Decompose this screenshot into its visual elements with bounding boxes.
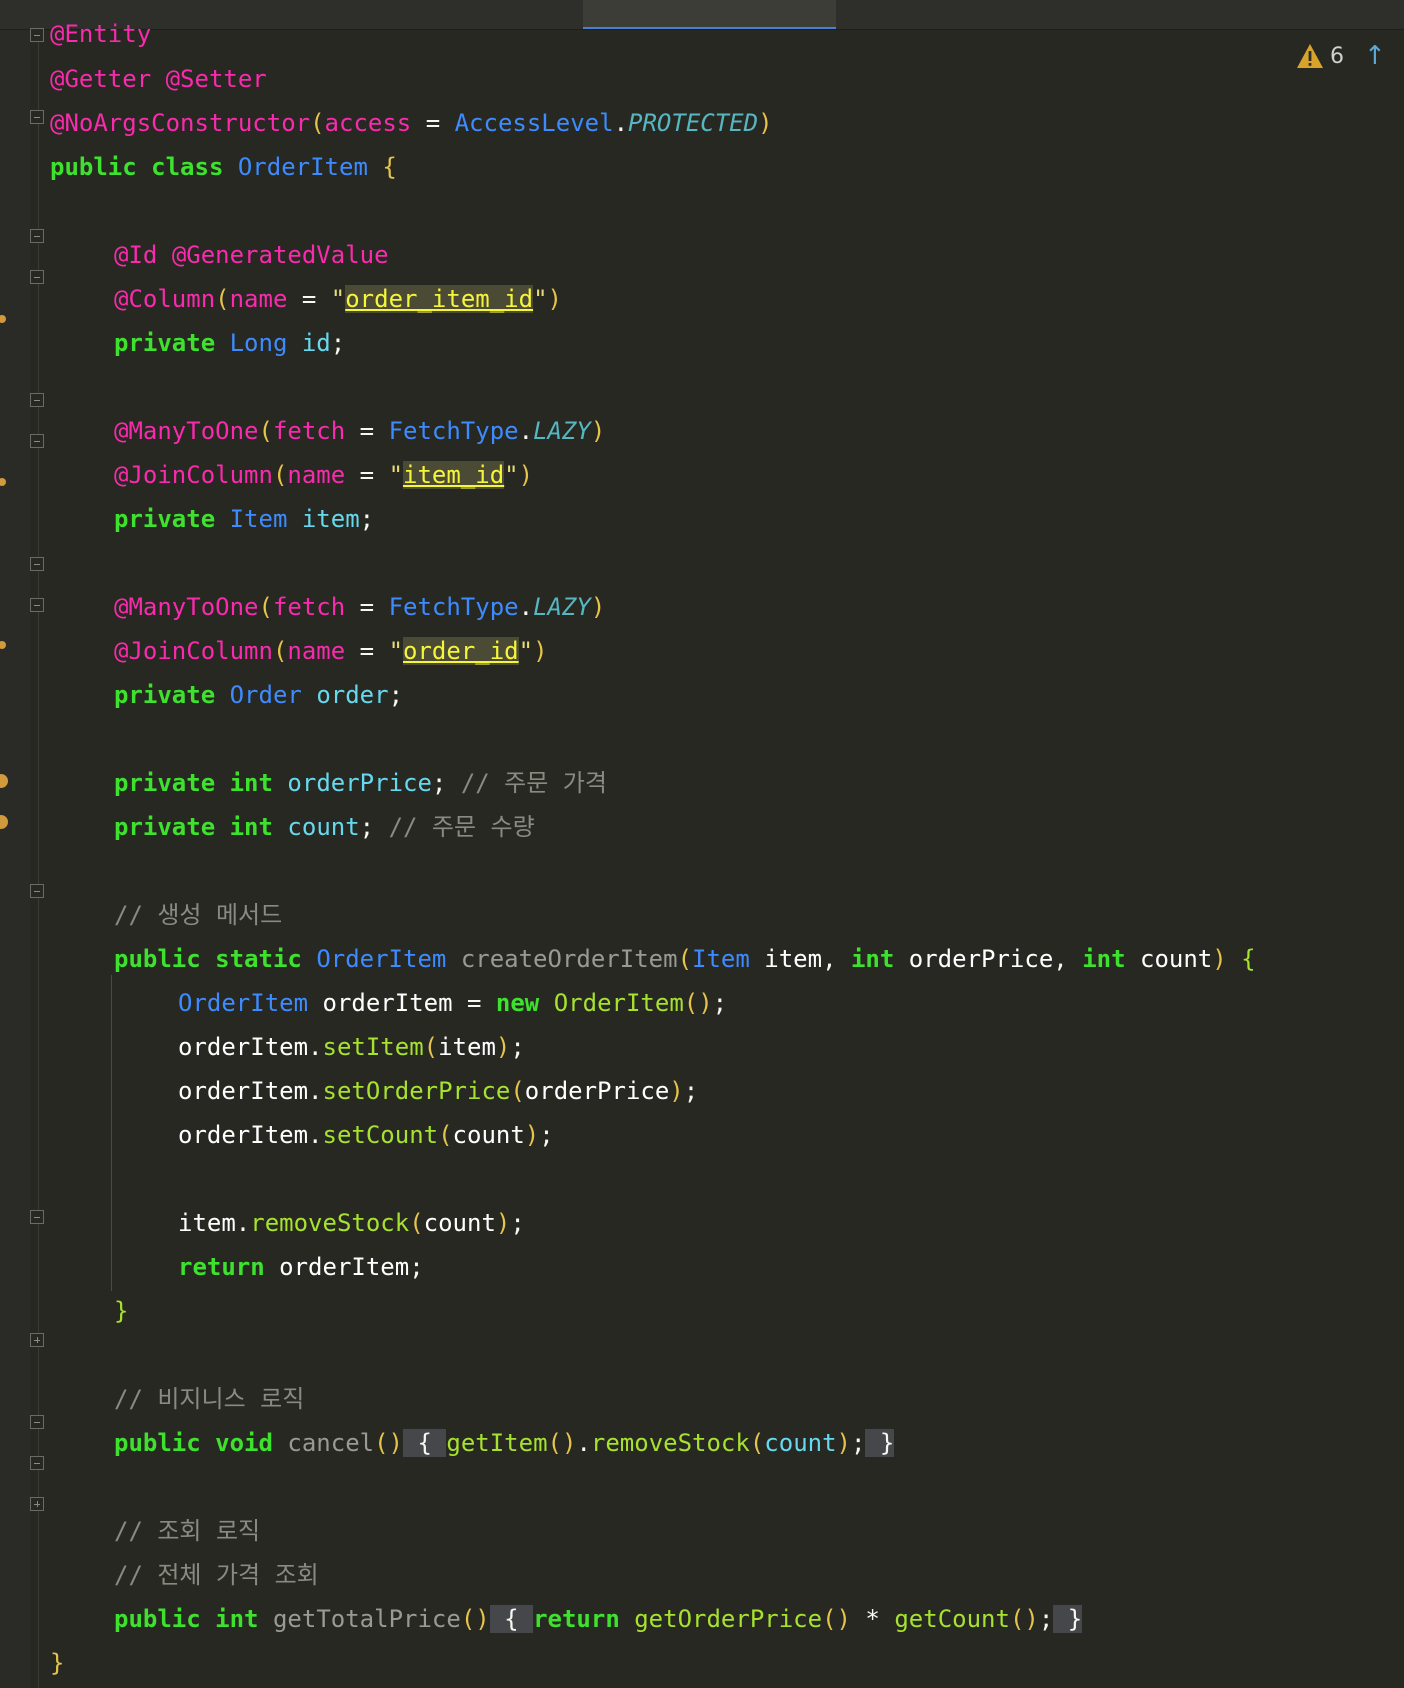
code-line[interactable]: item.removeStock(count); (178, 1201, 525, 1245)
code-line[interactable]: orderItem.setItem(item); (178, 1025, 525, 1069)
db-column-icon[interactable] (0, 315, 6, 323)
code-line[interactable]: @JoinColumn(name = "order_id") (114, 629, 548, 673)
fold-marker-icon[interactable] (30, 1210, 44, 1224)
code-line[interactable]: } (114, 1289, 128, 1333)
code-line[interactable]: @JoinColumn(name = "item_id") (114, 453, 533, 497)
fold-marker-icon[interactable] (30, 884, 44, 898)
field-icon[interactable] (0, 774, 8, 788)
code-line[interactable]: OrderItem orderItem = new OrderItem(); (178, 981, 727, 1025)
fold-marker-icon[interactable] (30, 557, 44, 571)
code-line[interactable]: // 전체 가격 조회 (114, 1553, 319, 1597)
code-line[interactable]: private int orderPrice; // 주문 가격 (114, 761, 607, 805)
code-line[interactable]: public static OrderItem createOrderItem(… (114, 937, 1256, 981)
fold-marker-icon[interactable] (30, 598, 44, 612)
field-icon[interactable] (0, 815, 8, 829)
fold-marker-icon[interactable] (30, 28, 44, 42)
fold-expand-icon[interactable] (30, 1333, 44, 1347)
fold-marker-icon[interactable] (30, 229, 44, 243)
fold-marker-icon[interactable] (30, 110, 44, 124)
code-line[interactable]: @NoArgsConstructor(access = AccessLevel.… (50, 101, 773, 145)
code-line[interactable]: private Long id; (114, 321, 345, 365)
indent-guide (111, 975, 112, 1291)
fold-marker-icon[interactable] (30, 1415, 44, 1429)
code-line[interactable]: private int count; // 주문 수량 (114, 805, 535, 849)
code-line[interactable]: @Entity (50, 12, 151, 56)
code-line[interactable]: @ManyToOne(fetch = FetchType.LAZY) (114, 585, 605, 629)
relation-icon[interactable] (0, 478, 6, 486)
fold-marker-icon[interactable] (30, 393, 44, 407)
code-line[interactable]: orderItem.setCount(count); (178, 1113, 554, 1157)
relation-icon[interactable] (0, 641, 6, 649)
code-line[interactable]: orderItem.setOrderPrice(orderPrice); (178, 1069, 698, 1113)
code-line[interactable]: // 생성 메서드 (114, 893, 282, 937)
code-line[interactable]: // 조회 로직 (114, 1509, 260, 1553)
code-line[interactable]: @Column(name = "order_item_id") (114, 277, 562, 321)
code-line[interactable]: public void cancel() { getItem().removeS… (114, 1421, 895, 1465)
code-line[interactable]: public int getTotalPrice() { return getO… (114, 1597, 1083, 1641)
fold-marker-icon[interactable] (30, 434, 44, 448)
code-line[interactable]: @ManyToOne(fetch = FetchType.LAZY) (114, 409, 605, 453)
fold-expand-icon[interactable] (30, 1497, 44, 1511)
fold-marker-icon[interactable] (30, 1456, 44, 1470)
fold-marker-icon[interactable] (30, 270, 44, 284)
code-line[interactable]: @Getter @Setter (50, 57, 267, 101)
code-line[interactable]: @Id @GeneratedValue (114, 233, 389, 277)
code-editor[interactable]: @Entity @Getter @Setter @NoArgsConstruct… (0, 0, 1404, 1688)
code-line[interactable]: } (50, 1641, 64, 1685)
code-line[interactable]: private Item item; (114, 497, 374, 541)
code-line[interactable]: private Order order; (114, 673, 403, 717)
code-line[interactable]: return orderItem; (178, 1245, 424, 1289)
code-line[interactable]: public class OrderItem { (50, 145, 397, 189)
code-line[interactable]: // 비지니스 로직 (114, 1377, 304, 1421)
